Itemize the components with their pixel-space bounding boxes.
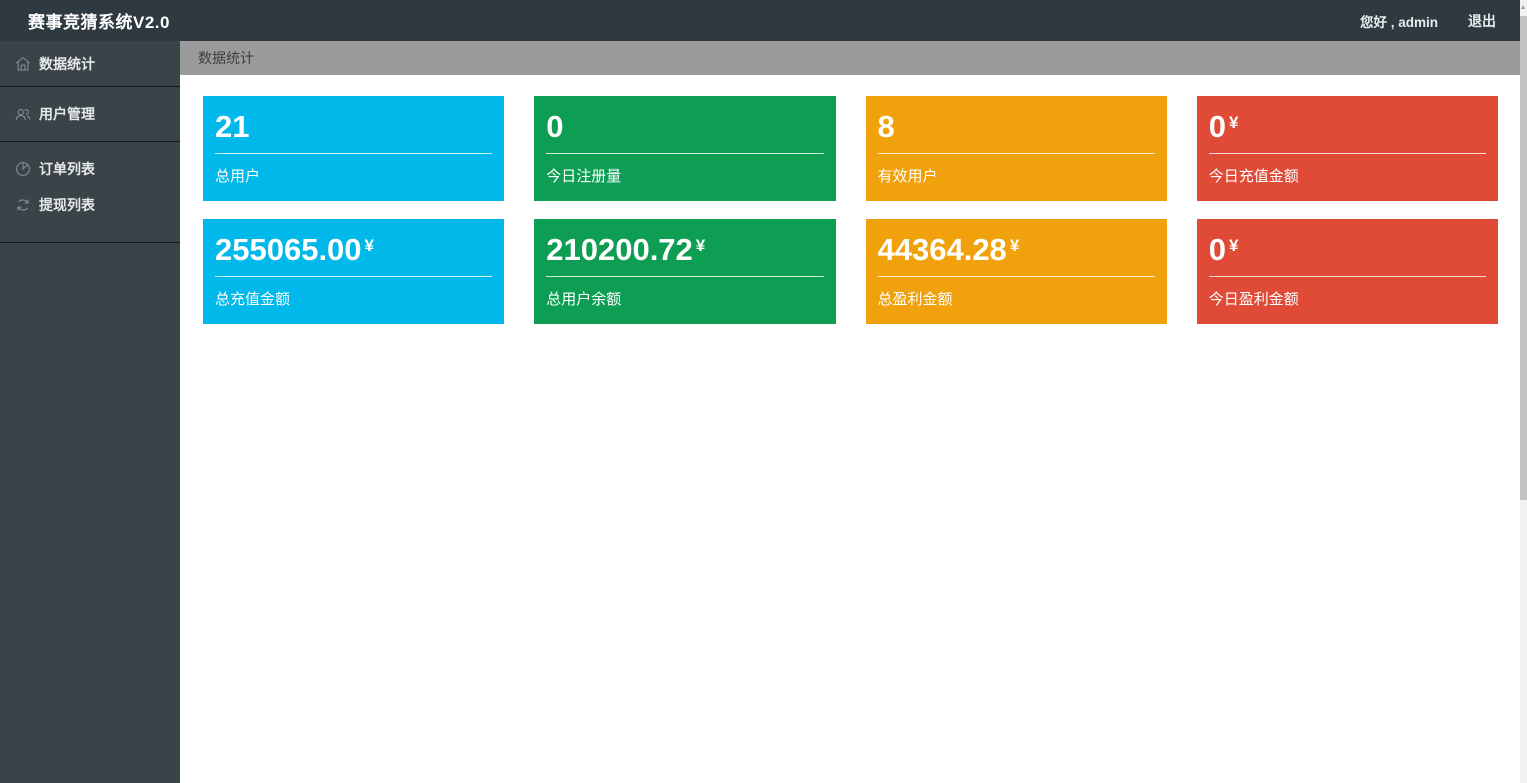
stat-value: 0¥ bbox=[1209, 108, 1486, 154]
stat-label: 总盈利金额 bbox=[878, 288, 1155, 309]
stat-label: 总用户余额 bbox=[546, 288, 823, 309]
app-title: 赛事竞猜系统V2.0 bbox=[28, 8, 170, 33]
stat-value: 0 bbox=[546, 108, 823, 154]
stat-card-total-profit: 44364.28¥ 总盈利金额 bbox=[866, 219, 1167, 324]
stat-label: 今日充值金额 bbox=[1209, 165, 1486, 186]
stat-value: 21 bbox=[215, 108, 492, 154]
stat-label: 今日盈利金额 bbox=[1209, 288, 1486, 309]
logout-link[interactable]: 退出 bbox=[1468, 11, 1496, 31]
sidebar-menu: 数据统计 用户管理 订单列表 提现列表 bbox=[0, 41, 180, 243]
stat-cards-grid: 21 总用户 0 今日注册量 8 有效用户 0¥ 今日充值金额 255065.0… bbox=[180, 75, 1520, 324]
sidebar-item-label: 数据统计 bbox=[39, 54, 95, 74]
currency-symbol: ¥ bbox=[1010, 236, 1019, 255]
scrollbar-thumb[interactable] bbox=[1520, 16, 1527, 500]
main-content: 数据统计 21 总用户 0 今日注册量 8 有效用户 0¥ 今日充值金额 255… bbox=[180, 41, 1520, 783]
page-title: 数据统计 bbox=[198, 48, 254, 68]
currency-symbol: ¥ bbox=[1229, 113, 1238, 132]
stat-value: 44364.28¥ bbox=[878, 231, 1155, 277]
sidebar: 数据统计 用户管理 订单列表 提现列表 bbox=[0, 41, 180, 783]
breadcrumb: 数据统计 bbox=[180, 41, 1520, 75]
stat-label: 今日注册量 bbox=[546, 165, 823, 186]
stat-card-total-user-balance: 210200.72¥ 总用户余额 bbox=[534, 219, 835, 324]
refresh-icon bbox=[14, 196, 32, 214]
stat-label: 有效用户 bbox=[878, 165, 1155, 186]
stat-value: 210200.72¥ bbox=[546, 231, 823, 277]
currency-symbol: ¥ bbox=[696, 236, 705, 255]
home-icon bbox=[14, 55, 32, 73]
stat-card-active-users: 8 有效用户 bbox=[866, 96, 1167, 201]
users-icon bbox=[14, 105, 32, 123]
stat-value: 0¥ bbox=[1209, 231, 1486, 277]
scrollbar[interactable] bbox=[1520, 0, 1527, 783]
user-greeting: 您好 , admin bbox=[1360, 11, 1438, 31]
scrollbar-up-arrow-icon[interactable] bbox=[1521, 5, 1525, 9]
stat-label: 总充值金额 bbox=[215, 288, 492, 309]
stat-value: 255065.00¥ bbox=[215, 231, 492, 277]
currency-symbol: ¥ bbox=[365, 236, 374, 255]
sidebar-item-user-manage[interactable]: 用户管理 bbox=[0, 87, 180, 142]
sidebar-item-withdraw-list[interactable]: 提现列表 bbox=[0, 187, 180, 223]
topbar-user-area: 您好 , admin 退出 bbox=[1360, 11, 1496, 31]
stat-card-today-profit: 0¥ 今日盈利金额 bbox=[1197, 219, 1498, 324]
sidebar-item-label: 提现列表 bbox=[39, 195, 95, 215]
currency-symbol: ¥ bbox=[1229, 236, 1238, 255]
stat-card-total-users: 21 总用户 bbox=[203, 96, 504, 201]
topbar: 赛事竞猜系统V2.0 您好 , admin 退出 bbox=[0, 0, 1520, 41]
sidebar-item-label: 用户管理 bbox=[39, 104, 95, 124]
sidebar-item-order-list[interactable]: 订单列表 bbox=[0, 151, 180, 187]
pie-chart-icon bbox=[14, 160, 32, 178]
sidebar-item-label: 订单列表 bbox=[39, 159, 95, 179]
stat-value: 8 bbox=[878, 108, 1155, 154]
stat-card-today-recharge: 0¥ 今日充值金额 bbox=[1197, 96, 1498, 201]
stat-card-today-registrations: 0 今日注册量 bbox=[534, 96, 835, 201]
stat-label: 总用户 bbox=[215, 165, 492, 186]
sidebar-item-data-stats[interactable]: 数据统计 bbox=[0, 41, 180, 87]
stat-card-total-recharge: 255065.00¥ 总充值金额 bbox=[203, 219, 504, 324]
